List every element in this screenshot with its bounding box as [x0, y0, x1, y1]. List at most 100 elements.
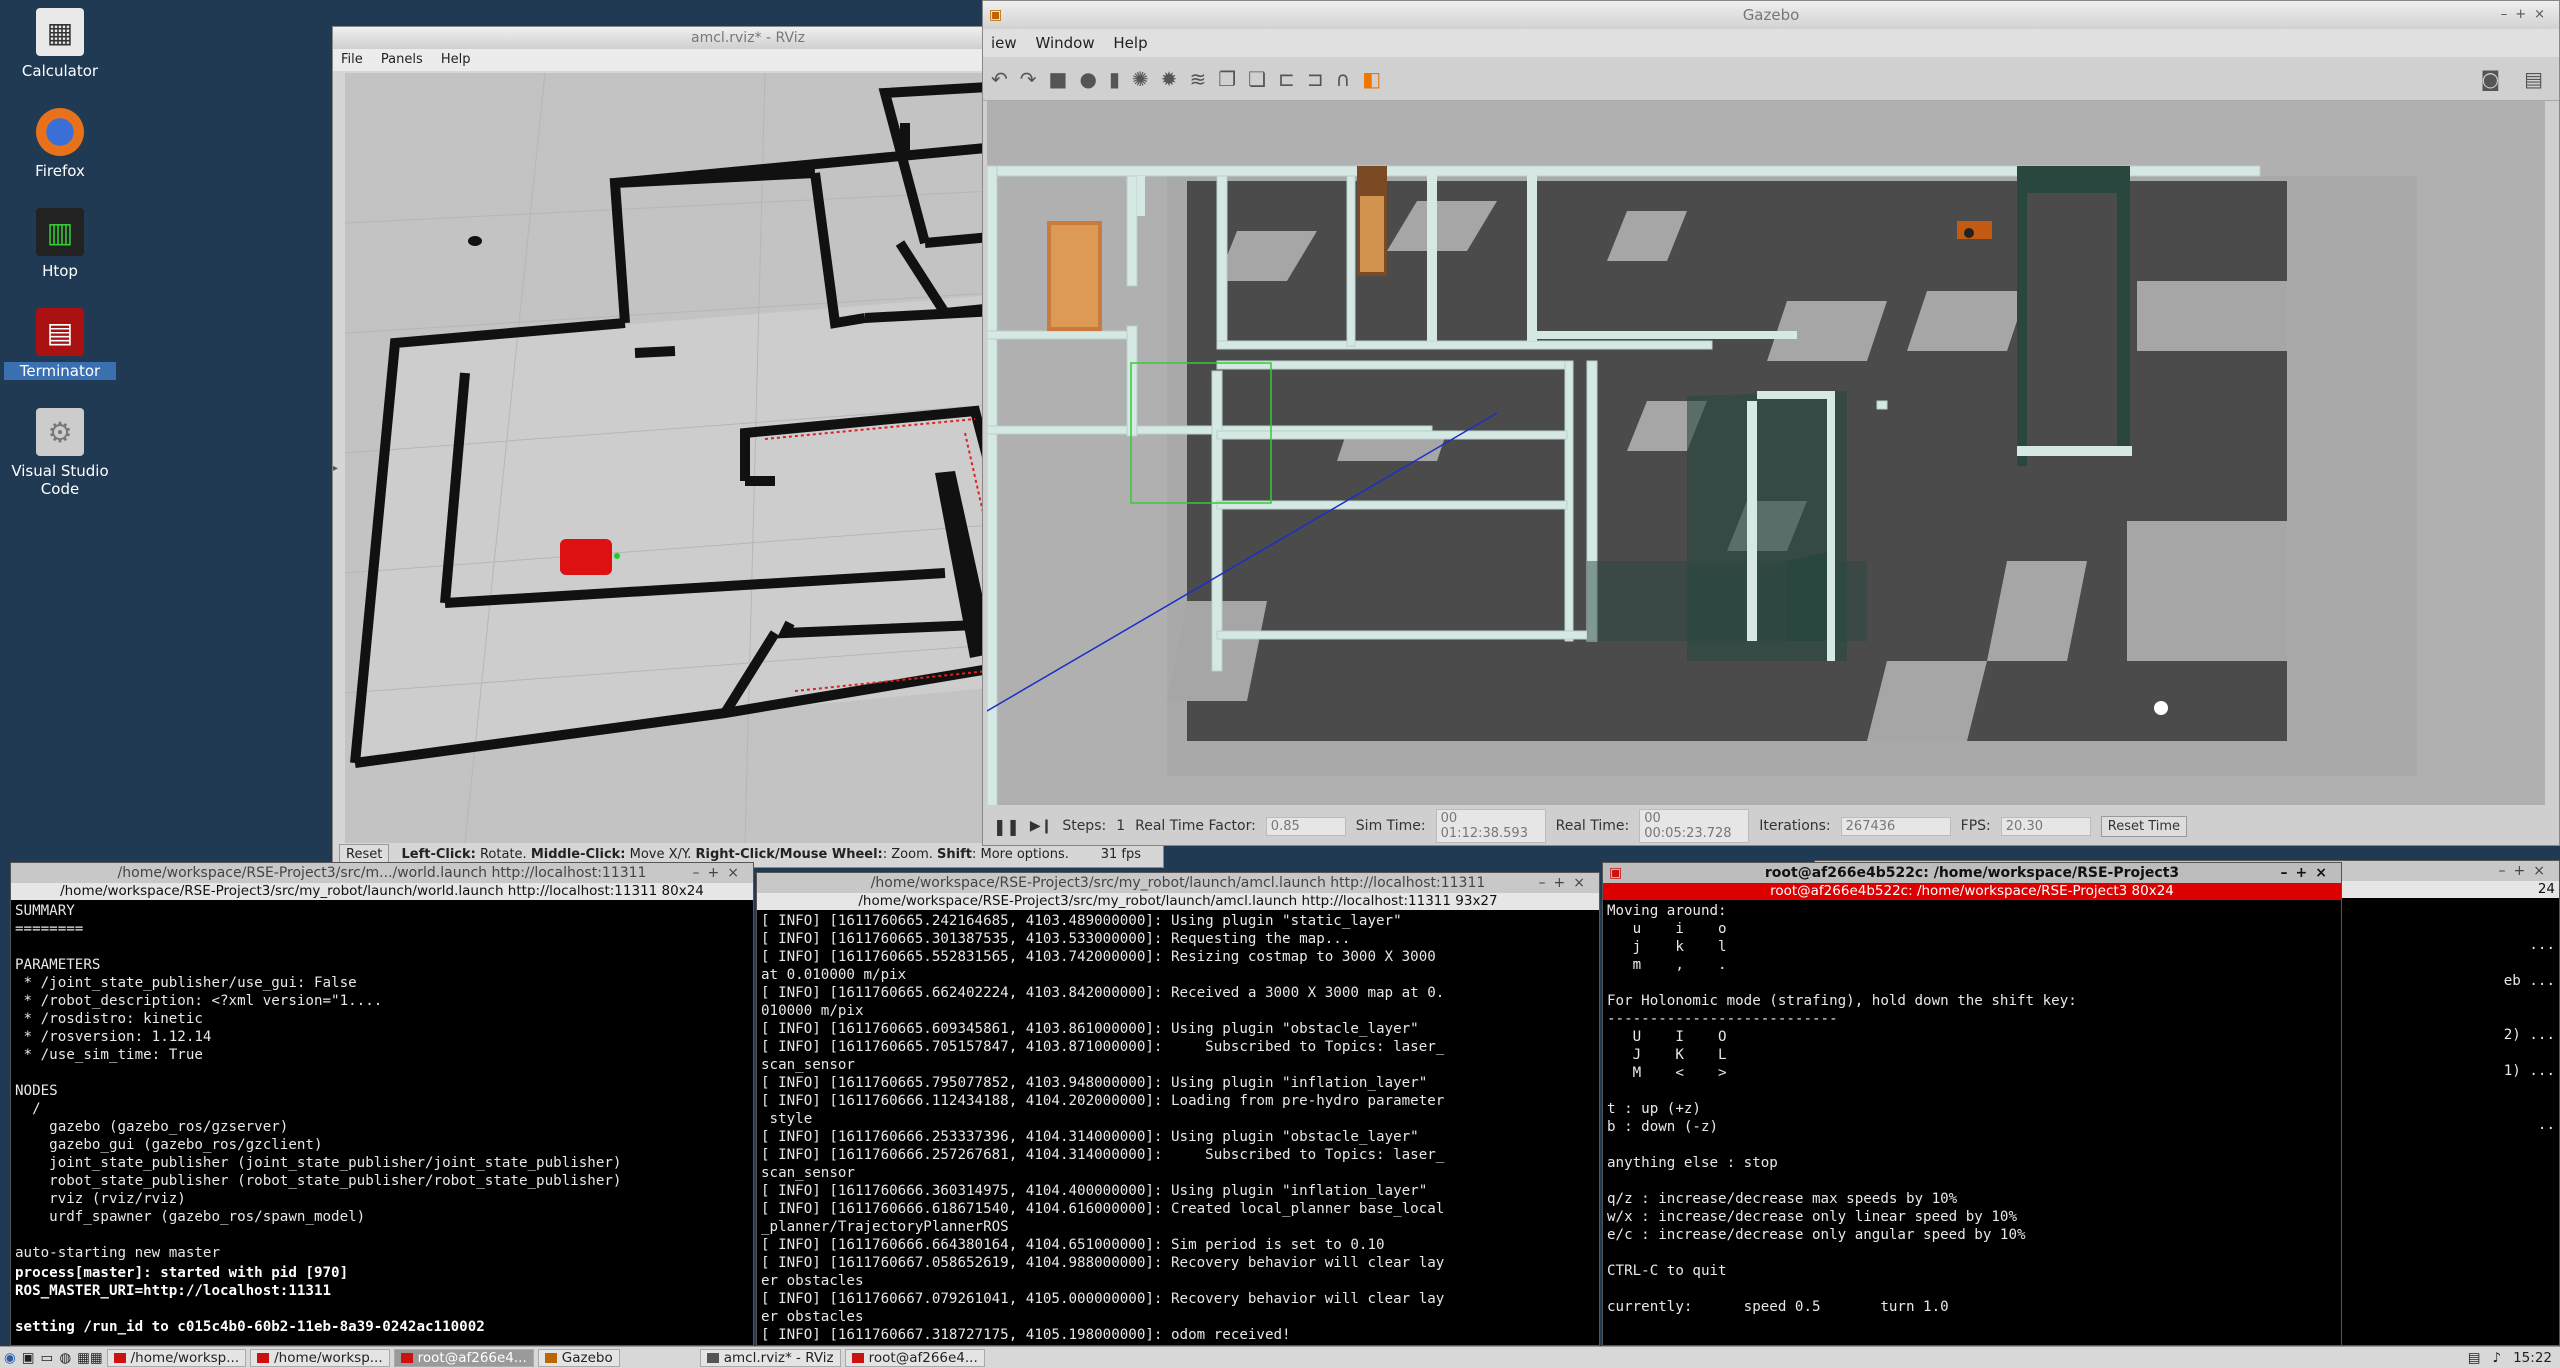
light-icon[interactable]: ✺ [1132, 67, 1149, 91]
copy-icon[interactable]: ❐ [1218, 67, 1236, 91]
hint-shift: Shift [937, 847, 972, 862]
cylinder-icon[interactable]: ▮ [1109, 67, 1120, 91]
redo-icon[interactable]: ↷ [1020, 67, 1037, 91]
taskbar-item[interactable]: /home/worksp... [250, 1348, 390, 1367]
tray-network-icon[interactable]: ▤ [2468, 1350, 2481, 1366]
terminal-output-bold: process[master]: started with pid [970] … [15, 1265, 485, 1335]
desktop-icon-calculator[interactable]: ▦ Calculator [4, 8, 116, 80]
menu-window[interactable]: Window [1035, 34, 1094, 52]
window-controls[interactable]: –+× [1539, 873, 1593, 893]
start-menu-icon[interactable]: ◉ [4, 1350, 16, 1366]
clock: 15:22 [2513, 1349, 2552, 1366]
menu-help[interactable]: Help [441, 52, 471, 67]
firefox-icon [36, 108, 84, 156]
hint-right-click: Right-Click/Mouse Wheel: [695, 847, 883, 862]
screenshot-icon[interactable]: ◙ [2481, 67, 2500, 91]
undo-icon[interactable]: ↶ [991, 67, 1008, 91]
show-desktop-icon[interactable]: ▣ [22, 1350, 35, 1366]
desktop-icon-htop[interactable]: ▥ Htop [4, 208, 116, 280]
menu-help[interactable]: Help [1113, 34, 1147, 52]
terminal-output: [ INFO] [1611760665.242164685, 4103.4890… [761, 913, 1445, 1343]
snap-icon[interactable]: ⊐ [1307, 67, 1324, 91]
terminal-titlebar[interactable]: /home/workspace/RSE-Project3/src/my_robo… [757, 873, 1599, 893]
box-icon[interactable]: ■ [1049, 67, 1068, 91]
reset-time-button[interactable]: Reset Time [2100, 815, 2188, 837]
fps-label: FPS: [1960, 818, 1991, 834]
robot-marker [560, 539, 620, 575]
fps-value: 20.30 [2000, 816, 2091, 836]
terminal-teleop[interactable]: ▣ root@af266e4b522c: /home/workspace/RSE… [1602, 862, 2342, 1346]
workspace-switcher-icon[interactable]: ▦▦ [77, 1350, 103, 1366]
taskbar-item-label: Gazebo [561, 1349, 613, 1366]
file-manager-icon[interactable]: ▭ [41, 1350, 54, 1366]
rviz-fps: 31 fps [1100, 847, 1141, 862]
desktop-icon-label: Htop [42, 262, 78, 280]
gazebo-world-canvas [986, 101, 2545, 807]
graph-icon[interactable]: ▤ [2524, 67, 2543, 91]
paste-icon[interactable]: ❏ [1248, 67, 1266, 91]
dir-light-icon[interactable]: ≋ [1189, 67, 1206, 91]
select-icon[interactable]: ◧ [1362, 67, 1381, 91]
hint-middle-click: Middle-Click: [530, 847, 626, 862]
taskbar-item-label: amcl.rviz* - RViz [723, 1349, 834, 1366]
desktop-icon-label: Visual Studio Code [11, 462, 109, 498]
taskbar-item[interactable]: /home/worksp... [106, 1348, 247, 1367]
terminal-output: SUMMARY ======== PARAMETERS * /joint_sta… [15, 903, 622, 1261]
window-controls[interactable]: –+× [2281, 863, 2335, 883]
rviz-title: amcl.rviz* - RViz [691, 30, 805, 46]
gazebo-titlebar[interactable]: ▣ Gazebo –+× [983, 1, 2559, 29]
magnet-icon[interactable]: ∩ [1336, 67, 1351, 91]
terminal-icon: ▣ [1609, 865, 1623, 881]
cursor-pointer [2154, 701, 2168, 715]
terminal-size: 24 [2537, 881, 2555, 897]
gazebo-menubar: iew Window Help [983, 29, 2559, 57]
menu-view[interactable]: iew [991, 34, 1017, 52]
menu-file[interactable]: File [341, 52, 363, 67]
hint-left-click: Left-Click: [401, 847, 476, 862]
terminal-subtitle: /home/workspace/RSE-Project3/src/my_robo… [11, 883, 753, 900]
hint-right-click-action: : Zoom. [882, 847, 938, 862]
desktop-icon-label: Firefox [35, 162, 85, 180]
gazebo-3d-view[interactable] [986, 101, 2545, 807]
taskbar-item[interactable]: amcl.rviz* - RViz [699, 1348, 841, 1367]
desktop-icon-terminator[interactable]: ▤ Terminator [4, 308, 116, 380]
real-time-label: Real Time: [1555, 818, 1630, 834]
window-controls[interactable]: –+× [2499, 861, 2553, 881]
window-controls[interactable]: –+× [693, 863, 747, 883]
gazebo-title: Gazebo [1742, 6, 1800, 24]
steps-value[interactable]: 1 [1116, 818, 1125, 834]
terminal-titlebar[interactable]: /home/workspace/RSE-Project3/src/m.../wo… [11, 863, 753, 883]
iterations-value: 267436 [1840, 816, 1951, 836]
menu-panels[interactable]: Panels [381, 52, 423, 67]
tray-volume-icon[interactable]: ♪ [2492, 1350, 2501, 1366]
window-controls[interactable]: –+× [2501, 1, 2553, 29]
terminal-amcl-launch[interactable]: /home/workspace/RSE-Project3/src/my_robo… [756, 872, 1600, 1346]
htop-icon: ▥ [36, 208, 84, 256]
terminal-title: /home/workspace/RSE-Project3/src/m.../wo… [117, 865, 647, 881]
terminal-titlebar[interactable]: ▣ root@af266e4b522c: /home/workspace/RSE… [1603, 863, 2341, 883]
calculator-icon: ▦ [36, 8, 84, 56]
desktop-icon-firefox[interactable]: Firefox [4, 108, 116, 180]
taskbar-item[interactable]: root@af266e4... [844, 1348, 985, 1367]
pause-icon[interactable]: ❚❚ [993, 817, 1020, 836]
terminal-title: root@af266e4b522c: /home/workspace/RSE-P… [1764, 865, 2180, 881]
sim-time-label: Sim Time: [1355, 818, 1426, 834]
gazebo-toolbar: ↶ ↷ ■ ● ▮ ✺ ✹ ≋ ❐ ❏ ⊏ ⊐ ∩ ◧ ◙ ▤ [983, 57, 2559, 101]
terminal-title: /home/workspace/RSE-Project3/src/my_robo… [870, 875, 1486, 891]
step-icon[interactable]: ▶❙ [1030, 818, 1053, 834]
spot-light-icon[interactable]: ✹ [1161, 67, 1178, 91]
taskbar-item[interactable]: Gazebo [537, 1348, 620, 1367]
steps-label: Steps: [1062, 818, 1107, 834]
desktop-icon-vscode[interactable]: ⚙ Visual Studio Code [4, 408, 116, 498]
terminal-world-launch[interactable]: /home/workspace/RSE-Project3/src/m.../wo… [10, 862, 754, 1346]
bookshelf-2 [1357, 166, 1387, 276]
taskbar-item-label: /home/worksp... [274, 1349, 383, 1366]
browser-icon[interactable]: ◍ [59, 1350, 71, 1366]
hint-shift-action: : More options. [971, 847, 1069, 862]
taskbar-item[interactable]: root@af266e4... [393, 1348, 534, 1367]
align-icon[interactable]: ⊏ [1278, 67, 1295, 91]
sphere-icon[interactable]: ● [1079, 67, 1096, 91]
terminator-icon: ▤ [36, 308, 84, 356]
desktop-icon-label: Terminator [4, 362, 116, 380]
taskbar-item-label: /home/worksp... [130, 1349, 240, 1366]
